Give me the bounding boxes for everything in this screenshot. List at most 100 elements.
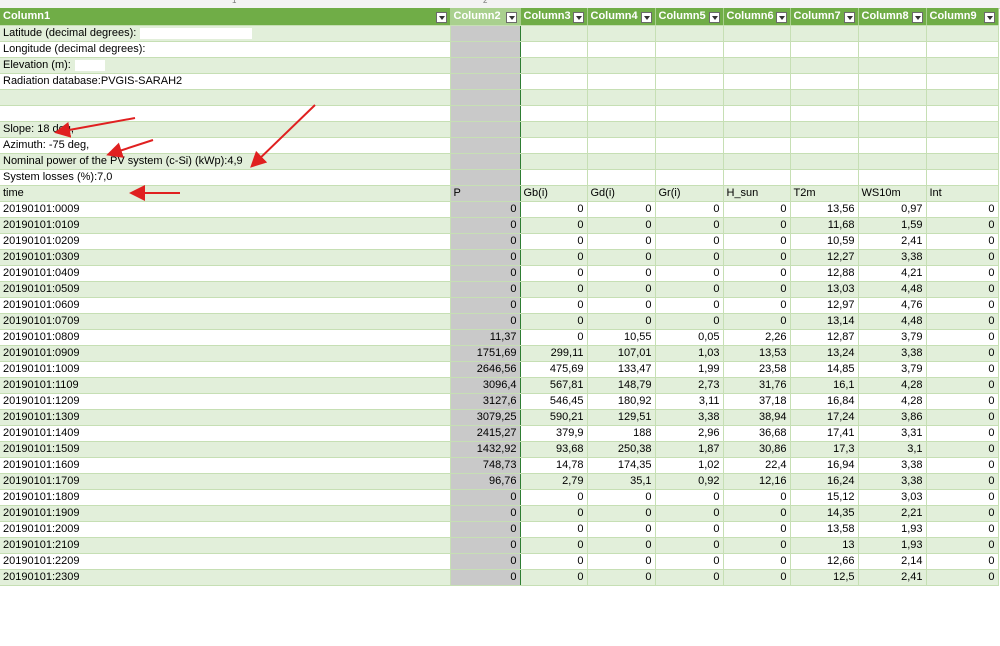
- table-cell[interactable]: [926, 89, 999, 106]
- table-cell[interactable]: 14,85: [790, 361, 859, 378]
- column-header[interactable]: Column6: [723, 8, 791, 26]
- table-cell[interactable]: 0: [655, 313, 724, 330]
- table-cell[interactable]: Gr(i): [655, 185, 724, 202]
- table-cell[interactable]: 0: [926, 521, 999, 538]
- filter-dropdown-icon[interactable]: [911, 11, 923, 23]
- table-cell[interactable]: 0: [655, 265, 724, 282]
- table-cell[interactable]: 20190101:2309: [0, 569, 451, 586]
- table-cell[interactable]: 0: [587, 505, 656, 522]
- filter-dropdown-icon[interactable]: [708, 11, 720, 23]
- table-cell[interactable]: [926, 169, 999, 186]
- table-cell[interactable]: 0,92: [655, 473, 724, 490]
- table-cell[interactable]: 0: [655, 217, 724, 234]
- table-cell[interactable]: [520, 41, 588, 58]
- table-cell[interactable]: [926, 57, 999, 74]
- table-cell[interactable]: 20190101:0109: [0, 217, 451, 234]
- table-cell[interactable]: 20190101:2209: [0, 553, 451, 570]
- filter-dropdown-icon[interactable]: [775, 11, 787, 23]
- table-cell[interactable]: 0: [587, 297, 656, 314]
- table-cell[interactable]: 148,79: [587, 377, 656, 394]
- table-cell[interactable]: [723, 105, 791, 122]
- table-cell[interactable]: 3096,4: [449, 377, 521, 394]
- table-cell[interactable]: 0: [449, 505, 521, 522]
- table-cell[interactable]: 0: [926, 281, 999, 298]
- table-cell[interactable]: [790, 89, 859, 106]
- table-cell[interactable]: 4,28: [858, 377, 927, 394]
- table-cell[interactable]: 0: [587, 201, 656, 218]
- table-cell[interactable]: 13: [790, 537, 859, 554]
- table-cell[interactable]: Gb(i): [520, 185, 588, 202]
- table-cell[interactable]: 20190101:1209: [0, 393, 451, 410]
- table-cell[interactable]: 0: [655, 201, 724, 218]
- table-cell[interactable]: 475,69: [520, 361, 588, 378]
- table-cell[interactable]: 4,76: [858, 297, 927, 314]
- table-cell[interactable]: [0, 105, 451, 122]
- table-cell[interactable]: 3,38: [858, 249, 927, 266]
- table-cell[interactable]: 0: [449, 233, 521, 250]
- table-cell[interactable]: 10,59: [790, 233, 859, 250]
- table-cell[interactable]: 0: [449, 217, 521, 234]
- table-cell[interactable]: 0: [655, 233, 724, 250]
- table-cell[interactable]: [723, 121, 791, 138]
- table-cell[interactable]: 133,47: [587, 361, 656, 378]
- table-cell[interactable]: 0: [926, 441, 999, 458]
- table-cell[interactable]: [723, 41, 791, 58]
- table-cell[interactable]: [926, 73, 999, 90]
- table-cell[interactable]: [449, 41, 521, 58]
- table-cell[interactable]: 4,21: [858, 265, 927, 282]
- table-cell[interactable]: 0: [723, 249, 791, 266]
- column-header[interactable]: Column9: [926, 8, 999, 26]
- table-cell[interactable]: 20190101:0809: [0, 329, 451, 346]
- table-cell[interactable]: Elevation (m):: [0, 57, 451, 74]
- table-cell[interactable]: 0: [655, 521, 724, 538]
- table-cell[interactable]: [655, 41, 724, 58]
- table-cell[interactable]: 11,68: [790, 217, 859, 234]
- table-cell[interactable]: 16,24: [790, 473, 859, 490]
- column-header[interactable]: Column8: [858, 8, 927, 26]
- table-cell[interactable]: 0: [520, 537, 588, 554]
- table-cell[interactable]: 20190101:0609: [0, 297, 451, 314]
- table-cell[interactable]: 0: [449, 201, 521, 218]
- table-cell[interactable]: Azimuth: -75 deg,: [0, 137, 451, 154]
- table-cell[interactable]: 0: [926, 393, 999, 410]
- table-cell[interactable]: [723, 25, 791, 42]
- filter-dropdown-icon[interactable]: [505, 11, 517, 23]
- table-cell[interactable]: [858, 89, 927, 106]
- table-cell[interactable]: 4,48: [858, 281, 927, 298]
- table-cell[interactable]: 0: [587, 265, 656, 282]
- table-cell[interactable]: [520, 73, 588, 90]
- table-cell[interactable]: [655, 169, 724, 186]
- table-cell[interactable]: 20190101:1409: [0, 425, 451, 442]
- table-cell[interactable]: 0: [655, 569, 724, 586]
- table-cell[interactable]: [926, 153, 999, 170]
- table-cell[interactable]: System losses (%):7,0: [0, 169, 451, 186]
- table-cell[interactable]: 0: [587, 569, 656, 586]
- filter-dropdown-icon[interactable]: [983, 11, 995, 23]
- table-cell[interactable]: [858, 153, 927, 170]
- table-cell[interactable]: Latitude (decimal degrees):: [0, 25, 451, 42]
- table-cell[interactable]: 0: [520, 489, 588, 506]
- table-cell[interactable]: 20190101:1709: [0, 473, 451, 490]
- table-cell[interactable]: 0: [926, 409, 999, 426]
- table-cell[interactable]: 0: [926, 329, 999, 346]
- table-cell[interactable]: [790, 121, 859, 138]
- table-cell[interactable]: 0: [926, 313, 999, 330]
- table-cell[interactable]: [449, 105, 521, 122]
- table-cell[interactable]: [858, 105, 927, 122]
- table-cell[interactable]: 20190101:1109: [0, 377, 451, 394]
- table-cell[interactable]: 1,87: [655, 441, 724, 458]
- table-cell[interactable]: 0: [449, 569, 521, 586]
- table-cell[interactable]: 16,84: [790, 393, 859, 410]
- table-cell[interactable]: 0: [655, 249, 724, 266]
- table-cell[interactable]: 1,93: [858, 537, 927, 554]
- table-cell[interactable]: 0: [520, 265, 588, 282]
- table-cell[interactable]: 0: [587, 489, 656, 506]
- table-cell[interactable]: 0: [449, 489, 521, 506]
- table-cell[interactable]: 2,21: [858, 505, 927, 522]
- table-cell[interactable]: Slope: 18 deg,: [0, 121, 451, 138]
- table-cell[interactable]: 2,41: [858, 233, 927, 250]
- table-cell[interactable]: [449, 169, 521, 186]
- table-cell[interactable]: [587, 25, 656, 42]
- table-cell[interactable]: 0: [723, 201, 791, 218]
- table-cell[interactable]: 3,79: [858, 329, 927, 346]
